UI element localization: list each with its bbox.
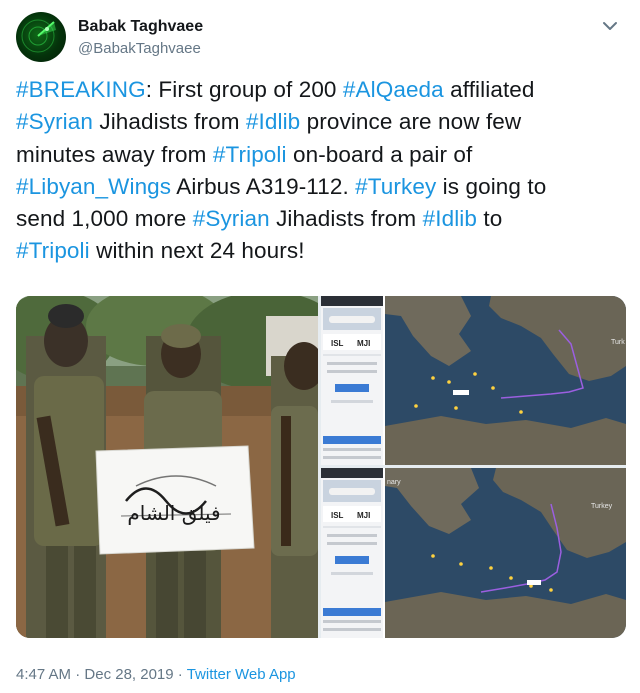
tweet-text-segment: Jihadists from bbox=[269, 206, 423, 232]
tweet-text-line: #Tripoli within next 24 hours! bbox=[16, 235, 622, 267]
author-handle[interactable]: @BabakTaghvaee bbox=[78, 40, 201, 57]
tweet-text-segment: to bbox=[477, 206, 503, 232]
hashtag-link[interactable]: #Turkey bbox=[355, 174, 436, 199]
tweet-header: Babak Taghvaee @BabakTaghvaee bbox=[16, 12, 624, 64]
media-flight-map-2[interactable]: ISL MJI Turkey nary bbox=[321, 468, 626, 638]
tweet-text-segment: is going to bbox=[436, 173, 547, 199]
hashtag-link[interactable]: #Libyan_Wings bbox=[16, 174, 171, 199]
tweet-text-line: #Libyan_Wings Airbus A319-112. #Turkey i… bbox=[16, 171, 622, 203]
dest-code: MJI bbox=[357, 511, 370, 520]
map-label: nary bbox=[387, 479, 401, 486]
tweet-text-segment: on-board a pair of bbox=[286, 141, 473, 167]
tweet-date[interactable]: Dec 28, 2019 bbox=[84, 666, 173, 683]
hashtag-link[interactable]: #Idlib bbox=[423, 206, 477, 231]
dest-code: MJI bbox=[357, 339, 370, 348]
hashtag-link[interactable]: #Idlib bbox=[246, 109, 300, 134]
hashtag-link[interactable]: #Tripoli bbox=[213, 142, 287, 167]
hashtag-link[interactable]: #BREAKING bbox=[16, 77, 146, 102]
tweet-footer: 4:47 AM · Dec 28, 2019 · Twitter Web App bbox=[16, 666, 296, 683]
map-label: Turk bbox=[611, 339, 625, 346]
tweet-text-segment: Airbus A319-112. bbox=[171, 173, 356, 199]
tweet-text-segment: : First group of 200 bbox=[145, 77, 343, 102]
chevron-down-icon[interactable] bbox=[600, 16, 620, 36]
hashtag-link[interactable]: #Syrian bbox=[16, 109, 93, 134]
hashtag-link[interactable]: #AlQaeda bbox=[343, 77, 444, 102]
map-label: Turkey bbox=[591, 503, 613, 510]
tweet-text-line: #BREAKING: First group of 200 #AlQaeda a… bbox=[16, 74, 622, 106]
avatar[interactable] bbox=[16, 12, 66, 62]
tweet-media-grid[interactable]: فيلق الشام ISL MJI Turk ISL MJI Turkey n… bbox=[16, 296, 626, 638]
media-photo-fighters[interactable]: فيلق الشام bbox=[16, 296, 318, 638]
tweet-text-segment: send 1,000 more bbox=[16, 206, 193, 232]
flag-text: فيلق الشام bbox=[127, 501, 220, 525]
radar-avatar-icon bbox=[21, 19, 56, 53]
media-flight-map-1[interactable]: ISL MJI Turk bbox=[321, 296, 626, 465]
author-display-name[interactable]: Babak Taghvaee bbox=[78, 18, 203, 36]
tweet-text-segment: Jihadists from bbox=[93, 109, 246, 135]
tweet-time[interactable]: 4:47 AM bbox=[16, 666, 71, 683]
tweet-text-line: #Syrian Jihadists from #Idlib province a… bbox=[16, 106, 622, 138]
tweet-text-segment: minutes away from bbox=[16, 141, 213, 167]
tweet-text-line: minutes away from #Tripoli on-board a pa… bbox=[16, 139, 622, 171]
tweet-card: Babak Taghvaee @BabakTaghvaee #BREAKING:… bbox=[0, 0, 640, 693]
tweet-text-line: send 1,000 more #Syrian Jihadists from #… bbox=[16, 203, 622, 235]
tweet-text-segment: province are now few bbox=[300, 109, 522, 135]
origin-code: ISL bbox=[331, 511, 344, 520]
origin-code: ISL bbox=[331, 339, 344, 348]
hashtag-link[interactable]: #Syrian bbox=[193, 206, 270, 231]
tweet-source[interactable]: Twitter Web App bbox=[187, 666, 296, 683]
tweet-text-segment: within next 24 hours! bbox=[89, 238, 305, 264]
hashtag-link[interactable]: #Tripoli bbox=[16, 238, 90, 263]
tweet-text: #BREAKING: First group of 200 #AlQaeda a… bbox=[16, 74, 622, 268]
tweet-text-segment: affiliated bbox=[443, 77, 535, 102]
footer-separator: · bbox=[71, 666, 85, 683]
footer-separator: · bbox=[173, 666, 187, 683]
